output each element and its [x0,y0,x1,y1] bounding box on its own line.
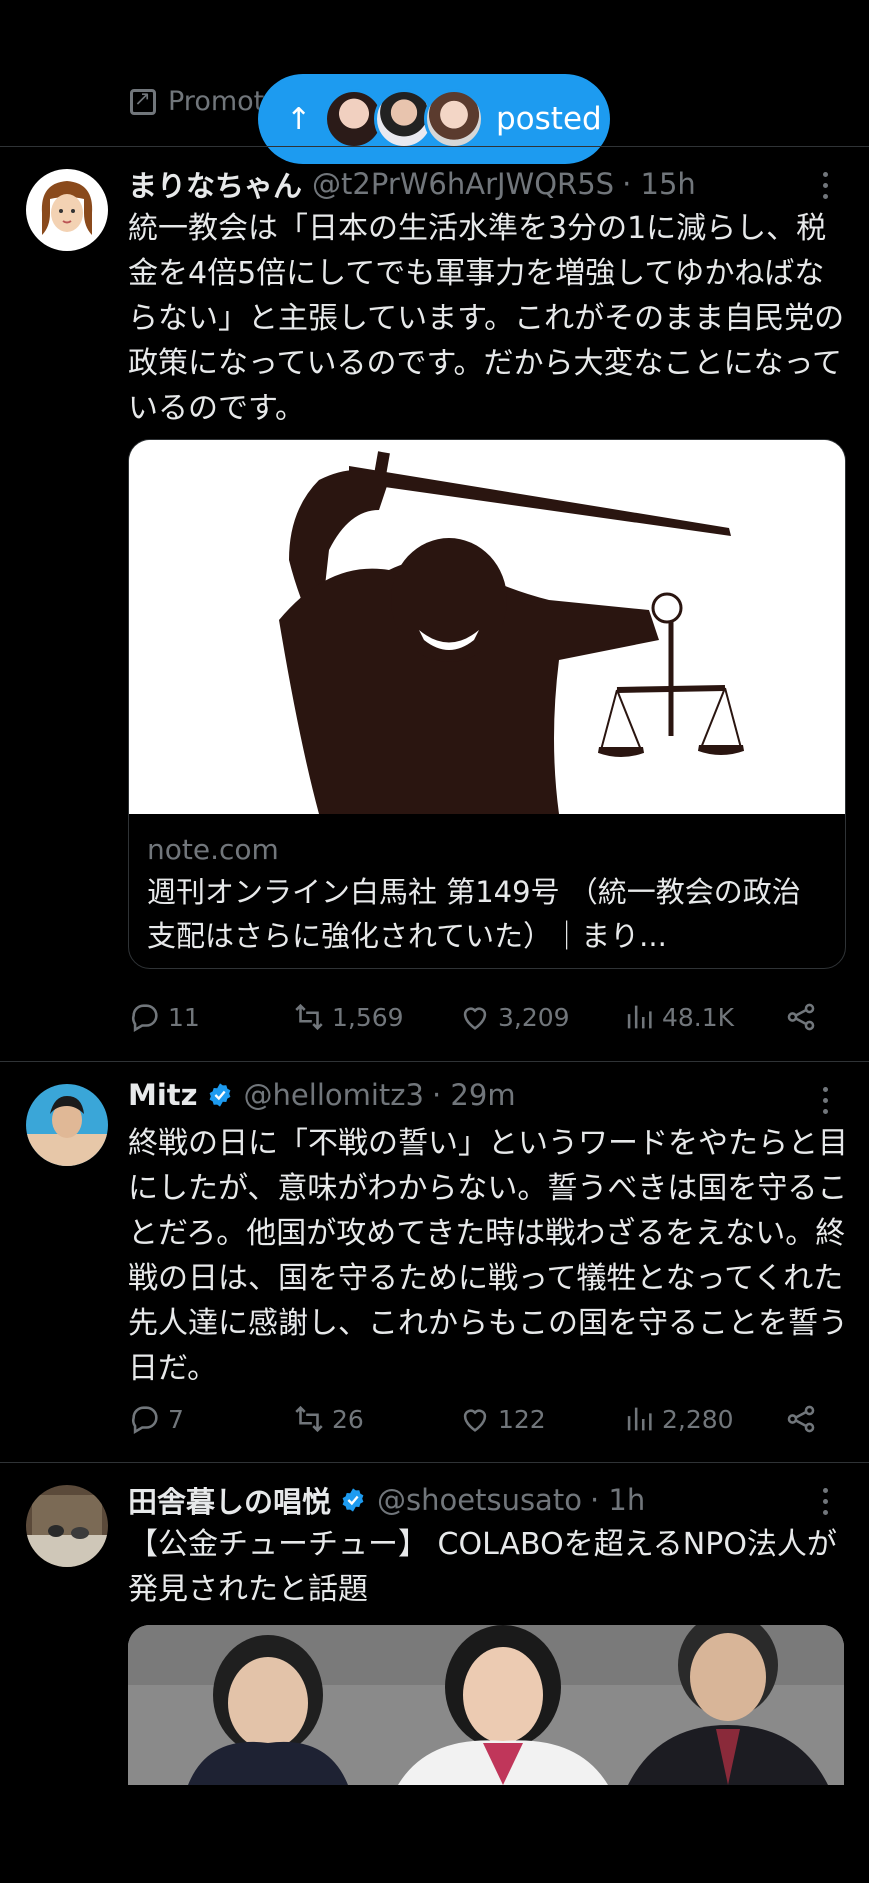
card-title: 週刊オンライン白馬社 第149号 （統一教会の政治支配はさらに強化されていた）｜… [147,875,801,953]
views-button[interactable]: 2,280 [622,1402,734,1436]
display-name[interactable]: Mitz [128,1078,198,1112]
tweet-actions: 7 26 122 2,280 [128,1402,844,1442]
link-card[interactable]: note.com 週刊オンライン白馬社 第149号 （統一教会の政治支配はさらに… [128,439,846,969]
reply-button[interactable]: 11 [128,1000,200,1034]
avatar[interactable] [26,1084,108,1166]
reply-count: 11 [168,1002,200,1032]
repost-icon [295,1003,323,1031]
card-domain: note.com [147,833,279,866]
more-options-icon[interactable] [818,1087,832,1114]
display-name[interactable]: まりなちゃん [128,163,302,205]
views-count: 2,280 [662,1404,734,1434]
avatar-photo [26,1084,108,1166]
more-options-icon[interactable] [818,1488,832,1515]
views-button[interactable]: 48.1K [622,1000,734,1034]
views-count: 48.1K [662,1002,735,1032]
avatar[interactable] [26,169,108,251]
avatar-illustration [27,170,107,250]
verified-badge-icon [209,1083,230,1107]
like-button[interactable]: 122 [458,1402,546,1436]
card-meta: note.com 週刊オンライン白馬社 第149号 （統一教会の政治支配はさらに… [129,814,845,968]
views-icon [627,1407,652,1431]
reply-button[interactable]: 7 [128,1402,184,1436]
tweet-header: 田舎暮しの唱悦 @shoetsusato · 1h [128,1479,645,1521]
heart-icon [463,1409,487,1432]
user-handle[interactable]: @t2PrW6hArJWQR5S [312,167,614,201]
card-image [129,440,845,814]
timestamp[interactable]: · 15h [622,167,696,201]
tweet-actions: 11 1,569 3,209 48.1K [128,1000,844,1040]
tweet-text: 統一教会は「日本の生活水準を3分の1に減らし、税金を4倍5倍にしてでも軍事力を増… [128,211,845,426]
user-handle[interactable]: @hellomitz3 [244,1078,424,1112]
share-button[interactable] [784,1000,818,1034]
repost-button[interactable]: 26 [292,1402,364,1436]
repost-button[interactable]: 1,569 [292,1000,404,1034]
share-icon [787,1405,815,1433]
repost-icon [295,1405,323,1433]
tweet[interactable]: 田舎暮しの唱悦 @shoetsusato · 1h 【公金チューチュー】 COL… [0,1463,869,1785]
user-handle[interactable]: @shoetsusato [377,1483,582,1517]
promoted-text: Promot [168,86,265,117]
reply-icon [132,1004,158,1033]
more-options-icon[interactable] [818,172,832,199]
verified-badge-icon [342,1488,364,1512]
tweet-text: 終戦の日に「不戦の誓い」というワードをやたらと目にしたが、意味がわからない。誓う… [128,1126,848,1386]
share-button[interactable] [784,1402,818,1436]
timestamp[interactable]: · 29m [432,1078,516,1112]
like-count: 3,209 [498,1002,570,1032]
top-area: Promot ↑ posted [0,0,869,164]
like-button[interactable]: 3,209 [458,1000,570,1034]
tweet-text: 【公金チューチュー】 COLABOを超えるNPO法人が発見されたと話題 [128,1527,837,1607]
reply-icon [132,1406,158,1435]
share-icon [787,1003,815,1031]
pill-avatars [324,89,484,149]
avatar [424,89,484,149]
repost-count: 26 [332,1404,364,1434]
avatar[interactable] [26,1485,108,1567]
avatar-photo [26,1485,108,1567]
tweet-image[interactable] [128,1625,844,1785]
tweet[interactable]: Mitz @hellomitz3 · 29m 終戦の日に「不戦の誓い」というワー… [0,1062,869,1462]
timestamp[interactable]: · 1h [590,1483,645,1517]
repost-count: 1,569 [332,1002,404,1032]
views-icon [627,1005,652,1029]
display-name[interactable]: 田舎暮しの唱悦 [128,1479,331,1521]
tweet-header: まりなちゃん @t2PrW6hArJWQR5S · 15h [128,163,696,205]
new-posts-label: posted [496,101,602,137]
promoted-icon [130,86,156,115]
tweet[interactable]: まりなちゃん @t2PrW6hArJWQR5S · 15h 統一教会は「日本の生… [0,147,869,1061]
promoted-label: Promot [130,86,264,117]
like-count: 122 [498,1404,546,1434]
reply-count: 7 [168,1404,184,1434]
heart-icon [463,1007,487,1030]
tweet-header: Mitz @hellomitz3 · 29m [128,1078,516,1112]
arrow-up-icon: ↑ [286,101,312,137]
